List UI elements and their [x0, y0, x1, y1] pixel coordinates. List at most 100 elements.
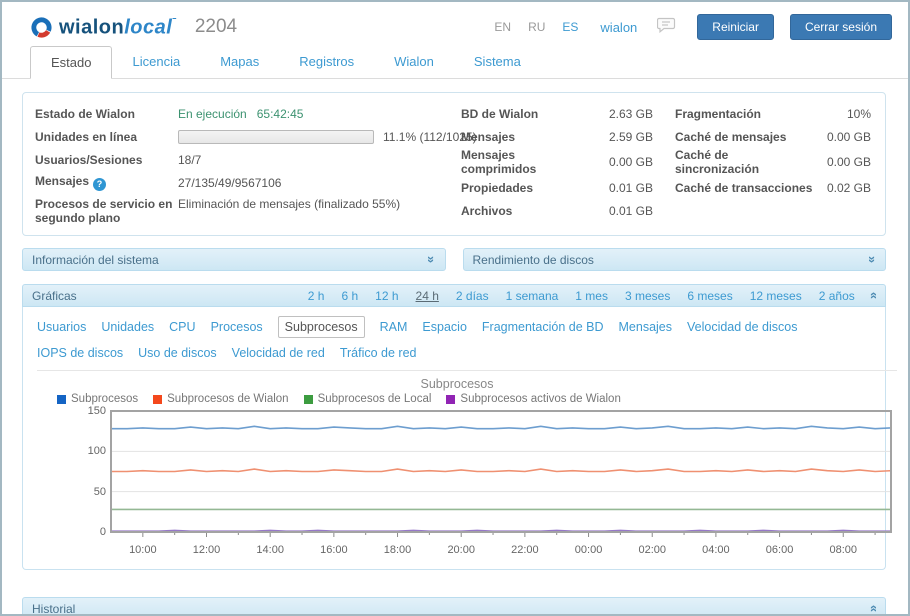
chart-tab-ram[interactable]: RAM: [380, 319, 408, 335]
collapsed-panels-row: Información del sistema » Rendimiento de…: [22, 248, 886, 271]
tab-estado[interactable]: Estado: [30, 46, 112, 79]
time-range-2-días[interactable]: 2 días: [456, 289, 489, 303]
wialon-uptime-value: 65:42:45: [257, 107, 304, 121]
label-mensajes: Mensajes?: [35, 174, 178, 191]
logo-wordmark: wialonlocalˉ: [59, 15, 177, 40]
time-range-6-h[interactable]: 6 h: [341, 289, 358, 303]
chart-tab-fragmentación-de-bd[interactable]: Fragmentación de BD: [482, 319, 604, 335]
lang-en[interactable]: EN: [494, 20, 511, 34]
time-range-24-h[interactable]: 24 h: [416, 289, 439, 303]
cache-stat-value: 10%: [815, 107, 871, 121]
chart-tab-velocidad-de-discos[interactable]: Velocidad de discos: [687, 319, 798, 335]
history-panel-title: Historial: [32, 602, 75, 616]
x-axis-tick-label: 14:00: [256, 544, 284, 556]
tab-licencia[interactable]: Licencia: [112, 46, 200, 79]
label-estado-de-wialon: Estado de Wialon: [35, 107, 178, 121]
chart-tab-procesos[interactable]: Procesos: [211, 319, 263, 335]
cache-stat-label: Caché de transacciones: [675, 181, 815, 195]
time-range-selector: 2 h 6 h 12 h 24 h 2 días 1 semana 1 mes 3 meses…: [308, 289, 855, 303]
header-right: EN RU ES wialon Reiniciar Cerrar sesión: [494, 14, 892, 40]
cache-stat-label: Caché de mensajes: [675, 130, 815, 144]
chart-tab-unidades[interactable]: Unidades: [101, 319, 154, 335]
time-range-1-semana[interactable]: 1 semana: [506, 289, 559, 303]
logo-apostrophe: ˉ: [172, 15, 177, 29]
chevron-down-icon[interactable]: »: [866, 256, 879, 263]
chart-tab-mensajes[interactable]: Mensajes: [619, 319, 673, 335]
status-row-users-sessions: Usuarios/Sesiones 18/7: [35, 148, 461, 171]
time-range-3-meses[interactable]: 3 meses: [625, 289, 670, 303]
charts-panel-body: Usuarios Unidades CPU Procesos Subprocesos RA…: [22, 307, 886, 570]
charts-panel-title: Gráficas: [32, 289, 77, 303]
label-usuarios-sesiones: Usuarios/Sesiones: [35, 153, 178, 167]
legend-item: Subprocesos de Wialon: [153, 393, 288, 405]
system-info-panel-header[interactable]: Información del sistema »: [22, 248, 446, 271]
chart-tab-espacio[interactable]: Espacio: [422, 319, 466, 335]
chart-tab-velocidad-de-red[interactable]: Velocidad de red: [232, 345, 325, 361]
current-user-link[interactable]: wialon: [600, 20, 637, 35]
db-stat-row: BD de Wialon2.63 GB: [461, 102, 653, 125]
x-axis-tick-label: 18:00: [384, 544, 412, 556]
time-range-2-años[interactable]: 2 años: [819, 289, 855, 303]
feedback-chat-icon[interactable]: [657, 17, 677, 38]
db-stat-row: Mensajes2.59 GB: [461, 125, 653, 148]
wialon-local-admin-page: wialonlocalˉ 2204 EN RU ES wialon Reinicia…: [0, 0, 910, 616]
wialon-state-value: En ejecución: [178, 107, 247, 121]
lang-es[interactable]: ES: [562, 20, 578, 34]
cache-stat-row: Caché de transacciones0.02 GB: [675, 176, 871, 199]
chevron-up-icon[interactable]: »: [866, 292, 879, 299]
db-stat-value: 0.00 GB: [593, 155, 653, 169]
legend-swatch: [57, 395, 66, 404]
chart-x-axis-labels: 10:0012:0014:0016:0018:0020:0022:0000:00…: [110, 543, 892, 559]
time-range-12-h[interactable]: 12 h: [375, 289, 398, 303]
status-row-messages: Mensajes? 27/135/49/9567106: [35, 171, 461, 194]
y-axis-tick-label: 150: [72, 405, 106, 417]
time-range-1-mes[interactable]: 1 mes: [575, 289, 608, 303]
chevron-down-icon[interactable]: »: [425, 256, 438, 263]
db-stat-label: Mensajes: [461, 130, 593, 144]
db-stat-value: 0.01 GB: [593, 181, 653, 195]
tab-wialon[interactable]: Wialon: [374, 46, 454, 79]
time-range-12-meses[interactable]: 12 meses: [750, 289, 802, 303]
chart-tab-uso-de-discos[interactable]: Uso de discos: [138, 345, 217, 361]
x-axis-tick-label: 22:00: [511, 544, 539, 556]
time-range-2-h[interactable]: 2 h: [308, 289, 325, 303]
charts-panel: Gráficas 2 h 6 h 12 h 24 h 2 días 1 semana 1 m…: [22, 284, 886, 570]
disk-performance-panel-title: Rendimiento de discos: [473, 253, 594, 267]
legend-item: Subprocesos: [57, 393, 138, 405]
main-nav-tabs: EstadoLicenciaMapasRegistrosWialonSistem…: [2, 46, 908, 79]
legend-label: Subprocesos de Local: [318, 393, 432, 405]
restart-button[interactable]: Reiniciar: [697, 14, 774, 40]
tab-sistema[interactable]: Sistema: [454, 46, 541, 79]
tab-mapas[interactable]: Mapas: [200, 46, 279, 79]
units-online-progressbar: [178, 130, 374, 144]
cache-stat-label: Fragmentación: [675, 107, 815, 121]
charts-panel-header[interactable]: Gráficas 2 h 6 h 12 h 24 h 2 días 1 semana 1 m…: [22, 284, 886, 307]
status-column-middle: BD de Wialon2.63 GBMensajes2.59 GBMensaj…: [461, 102, 675, 225]
cache-stat-value: 0.02 GB: [815, 181, 871, 195]
time-range-6-meses[interactable]: 6 meses: [687, 289, 732, 303]
disk-performance-panel-header[interactable]: Rendimiento de discos »: [463, 248, 887, 271]
history-panel-header[interactable]: Historial »: [22, 597, 886, 616]
logo: wialonlocalˉ 2204: [30, 15, 237, 40]
legend-label: Subprocesos de Wialon: [167, 393, 288, 405]
chart-type-tabs: Usuarios Unidades CPU Procesos Subprocesos RA…: [37, 317, 897, 371]
tab-registros[interactable]: Registros: [279, 46, 374, 79]
version-number: 2204: [195, 16, 237, 38]
users-sessions-value: 18/7: [178, 153, 201, 167]
chevron-up-icon[interactable]: »: [866, 605, 879, 612]
logout-button[interactable]: Cerrar sesión: [790, 14, 892, 40]
cache-stat-value: 0.00 GB: [815, 155, 871, 169]
messages-help-icon[interactable]: ?: [93, 178, 106, 191]
background-process-value: Eliminación de mensajes (finalizado 55%): [178, 197, 400, 211]
lang-ru[interactable]: RU: [528, 20, 545, 34]
language-switcher: EN RU ES: [494, 20, 578, 34]
chart-tab-usuarios[interactable]: Usuarios: [37, 319, 86, 335]
chart-tab-iops-de-discos[interactable]: IOPS de discos: [37, 345, 123, 361]
chart-tab-cpu[interactable]: CPU: [169, 319, 195, 335]
x-axis-tick-label: 06:00: [766, 544, 794, 556]
chart-tab-subprocesos[interactable]: Subprocesos: [278, 316, 365, 338]
y-axis-tick-label: 50: [72, 486, 106, 498]
x-axis-tick-label: 02:00: [638, 544, 666, 556]
legend-item: Subprocesos activos de Wialon: [446, 393, 620, 405]
chart-tab-tráfico-de-red[interactable]: Tráfico de red: [340, 345, 417, 361]
